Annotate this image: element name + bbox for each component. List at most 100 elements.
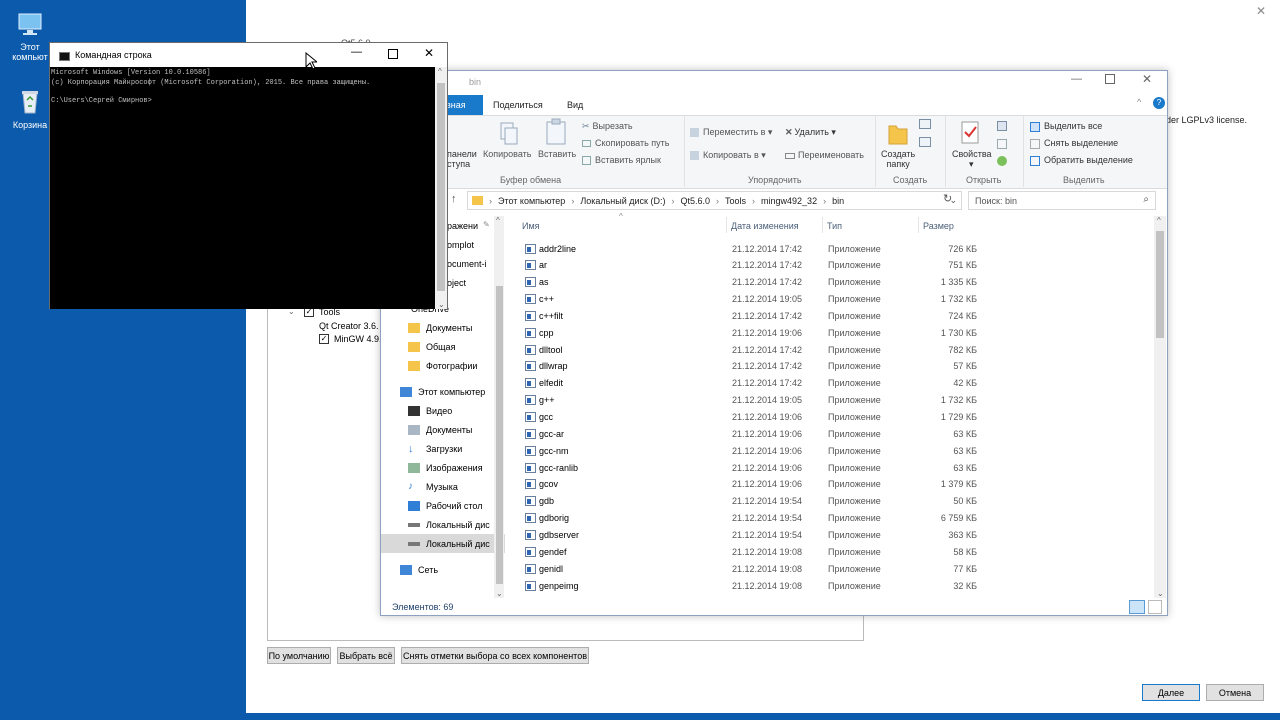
address-bar[interactable]: › Этот компьютер › Локальный диск (D:) › Q… xyxy=(467,191,962,210)
file-row[interactable]: genidl 21.12.2014 19:08 Приложение 77 КБ xyxy=(511,560,981,577)
deselect-all-button[interactable]: Снять отметки выбора со всех компонентов xyxy=(401,647,589,664)
breadcrumb-item[interactable]: mingw492_32 xyxy=(761,196,817,206)
copy-to-button[interactable]: Копировать в ▾ xyxy=(690,150,766,161)
minimize-icon[interactable]: — xyxy=(351,46,362,58)
edit-icon[interactable] xyxy=(997,139,1007,149)
close-icon[interactable]: ✕ xyxy=(1142,72,1152,86)
copy-path-button[interactable]: Скопировать путь xyxy=(582,138,669,148)
nav-photos[interactable]: Фотографии xyxy=(408,356,505,375)
nav-this-pc[interactable]: Этот компьютер xyxy=(400,382,505,401)
file-row[interactable]: dllwrap 21.12.2014 17:42 Приложение 57 КБ xyxy=(511,358,981,375)
file-row[interactable]: gcov 21.12.2014 19:06 Приложение 1 379 КБ xyxy=(511,476,981,493)
column-header-type[interactable]: Тип xyxy=(827,221,842,231)
close-icon[interactable]: ✕ xyxy=(1254,4,1268,18)
chevron-up-icon[interactable]: ^ xyxy=(1137,97,1141,107)
delete-button[interactable]: ✕ Удалить ▾ xyxy=(785,127,836,138)
chevron-up-icon[interactable]: ^ xyxy=(496,216,500,225)
select-all-button[interactable]: Выделить все xyxy=(1030,121,1102,132)
breadcrumb-item[interactable]: Tools xyxy=(725,196,746,206)
rename-button[interactable]: Переименовать xyxy=(785,150,864,160)
chevron-up-icon[interactable]: ^ xyxy=(1157,216,1161,225)
console-output[interactable]: Microsoft Windows [Version 10.0.10586] (c… xyxy=(50,67,435,309)
chevron-down-icon[interactable]: ⌄ xyxy=(1157,589,1164,598)
nav-documents-pc[interactable]: Документы xyxy=(408,420,505,439)
chevron-up-icon[interactable]: ^ xyxy=(438,67,442,76)
chevron-down-icon[interactable]: ⌄ xyxy=(438,300,445,309)
nav-desktop[interactable]: Рабочий стол xyxy=(408,496,505,515)
nav-network[interactable]: Сеть xyxy=(400,560,505,579)
up-arrow-icon[interactable]: ↑ xyxy=(451,193,457,205)
nav-local-disk-d[interactable]: Локальный дис xyxy=(381,534,505,553)
new-folder-button[interactable]: Создать папку xyxy=(881,149,915,169)
file-row[interactable]: c++ 21.12.2014 19:05 Приложение 1 732 КБ xyxy=(511,291,981,308)
new-item-icon[interactable] xyxy=(919,119,931,129)
defaults-button[interactable]: По умолчанию xyxy=(267,647,331,664)
details-view-icon[interactable] xyxy=(1129,600,1145,614)
history-icon[interactable] xyxy=(997,156,1007,166)
file-row[interactable]: as 21.12.2014 17:42 Приложение 1 335 КБ xyxy=(511,274,981,291)
file-row[interactable]: gendef 21.12.2014 19:08 Приложение 58 КБ xyxy=(511,543,981,560)
maximize-icon[interactable] xyxy=(1105,74,1115,84)
scrollbar-thumb[interactable] xyxy=(437,83,445,291)
file-row[interactable]: gdb 21.12.2014 19:54 Приложение 50 КБ xyxy=(511,493,981,510)
nav-images[interactable]: Изображения xyxy=(408,458,505,477)
mingw-checkbox[interactable]: ✓ xyxy=(319,334,329,344)
file-row[interactable]: gcc-ranlib 21.12.2014 19:06 Приложение 63 К… xyxy=(511,459,981,476)
tab-view[interactable]: Вид xyxy=(567,100,583,110)
column-header-name[interactable]: Имя xyxy=(522,221,540,231)
file-row[interactable]: gcc-ar 21.12.2014 19:06 Приложение 63 КБ xyxy=(511,425,981,442)
nav-local-disk-c[interactable]: Локальный дис xyxy=(408,515,505,534)
cut-button[interactable]: ✂ Вырезать xyxy=(582,121,633,132)
help-icon[interactable]: ? xyxy=(1153,97,1165,109)
properties-button[interactable]: Свойства ▾ xyxy=(952,149,992,170)
scrollbar-thumb[interactable] xyxy=(1156,231,1164,338)
refresh-icon[interactable]: ↻ xyxy=(943,192,952,205)
pin-quick-access-label[interactable]: панели ступа xyxy=(447,149,477,169)
copy-button[interactable]: Копировать xyxy=(483,149,531,159)
desktop-icon-recycle-bin[interactable]: Корзина xyxy=(8,86,52,130)
breadcrumb-item[interactable]: bin xyxy=(832,196,844,206)
scrollbar-thumb[interactable] xyxy=(496,286,503,584)
deselect-button[interactable]: Снять выделение xyxy=(1030,138,1118,149)
desktop-icon-this-pc[interactable]: Этот компьют xyxy=(8,8,52,62)
file-row[interactable]: addr2line 21.12.2014 17:42 Приложение 726 К… xyxy=(511,240,981,257)
file-row[interactable]: gcc 21.12.2014 19:06 Приложение 1 729 КБ xyxy=(511,409,981,426)
nav-scrollbar[interactable]: ^ ⌄ xyxy=(494,216,504,598)
close-icon[interactable]: ✕ xyxy=(424,46,434,60)
large-icons-view-icon[interactable] xyxy=(1148,600,1162,614)
invert-selection-button[interactable]: Обратить выделение xyxy=(1030,155,1133,166)
nav-shared[interactable]: Общая xyxy=(408,337,505,356)
open-icon[interactable] xyxy=(997,121,1007,131)
breadcrumb-item[interactable]: Локальный диск (D:) xyxy=(580,196,665,206)
select-all-button[interactable]: Выбрать всё xyxy=(337,647,395,664)
chevron-down-icon[interactable]: ⌄ xyxy=(496,589,503,598)
file-row[interactable]: elfedit 21.12.2014 17:42 Приложение 42 КБ xyxy=(511,375,981,392)
file-row[interactable]: dlltool 21.12.2014 17:42 Приложение 782 КБ xyxy=(511,341,981,358)
file-row[interactable]: genpeimg 21.12.2014 19:08 Приложение 32 КБ xyxy=(511,577,981,594)
next-button[interactable]: Далее xyxy=(1142,684,1200,701)
cmd-scrollbar[interactable]: ^ ⌄ xyxy=(435,67,447,309)
cancel-button[interactable]: Отмена xyxy=(1206,684,1264,701)
maximize-icon[interactable] xyxy=(388,49,398,59)
file-row[interactable]: gcc-nm 21.12.2014 19:06 Приложение 63 КБ xyxy=(511,442,981,459)
breadcrumb-item[interactable]: Этот компьютер xyxy=(498,196,565,206)
paste-shortcut-button[interactable]: Вставить ярлык xyxy=(582,155,661,166)
column-header-date[interactable]: Дата изменения xyxy=(731,221,799,231)
file-row[interactable]: ar 21.12.2014 17:42 Приложение 751 КБ xyxy=(511,257,981,274)
file-row[interactable]: c++filt 21.12.2014 17:42 Приложение 724 КБ xyxy=(511,307,981,324)
column-header-size[interactable]: Размер xyxy=(923,221,954,231)
nav-documents[interactable]: Документы xyxy=(408,318,505,337)
nav-music[interactable]: ♪ Музыка xyxy=(408,477,505,496)
paste-button[interactable]: Вставить xyxy=(538,149,576,159)
tab-share[interactable]: Поделиться xyxy=(493,100,543,110)
nav-video[interactable]: Видео xyxy=(408,401,505,420)
file-scrollbar[interactable]: ^ ⌄ xyxy=(1154,216,1166,598)
nav-downloads[interactable]: ↓ Загрузки xyxy=(408,439,505,458)
file-row[interactable]: gdborig 21.12.2014 19:54 Приложение 6 759 К… xyxy=(511,510,981,527)
file-row[interactable]: g++ 21.12.2014 19:05 Приложение 1 732 КБ xyxy=(511,392,981,409)
breadcrumb-item[interactable]: Qt5.6.0 xyxy=(680,196,710,206)
move-to-button[interactable]: Переместить в ▾ xyxy=(690,127,772,138)
search-input[interactable]: Поиск: bin ⌕ xyxy=(968,191,1156,210)
minimize-icon[interactable]: — xyxy=(1071,73,1082,85)
file-row[interactable]: gdbserver 21.12.2014 19:54 Приложение 363 К… xyxy=(511,526,981,543)
